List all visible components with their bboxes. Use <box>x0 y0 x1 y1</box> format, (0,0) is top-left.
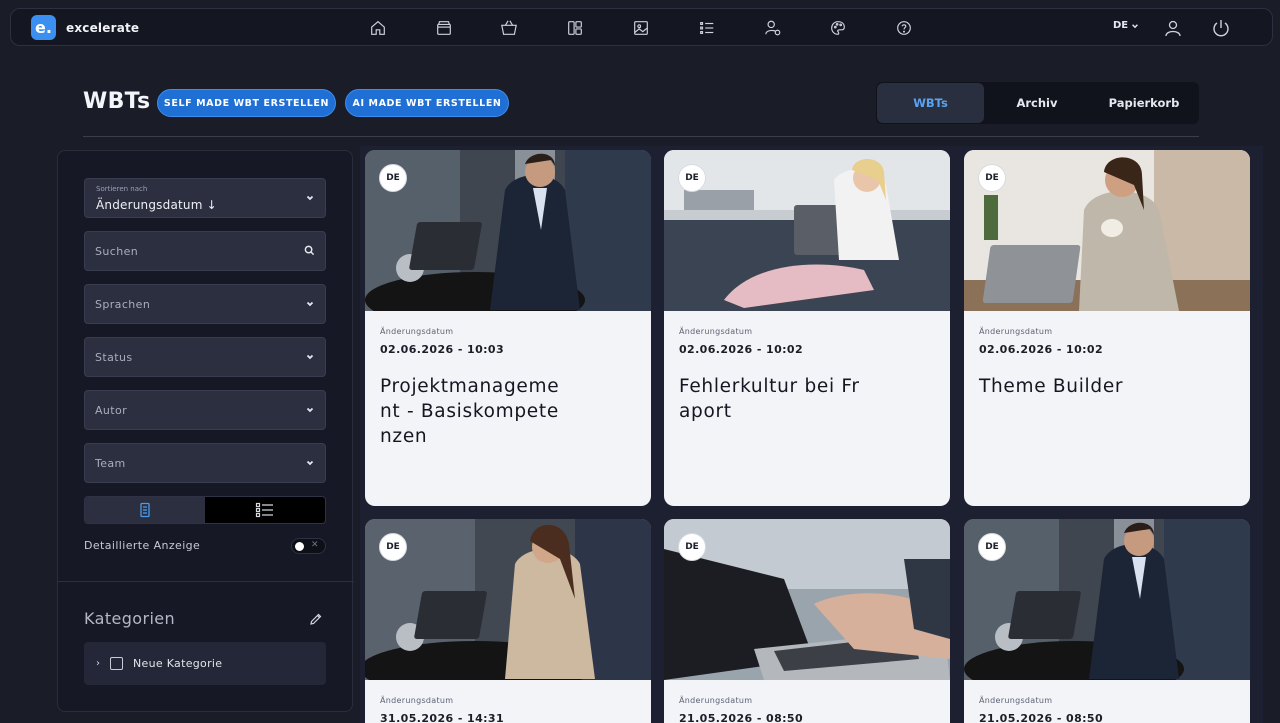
card-view-icon <box>140 502 150 518</box>
wbt-card[interactable]: DE Änderungsdatum 21.05.2026 - 08:50 <box>664 519 950 723</box>
language-badge: DE <box>678 164 706 192</box>
date-label: Änderungsdatum <box>380 696 454 705</box>
tab-papierkorb[interactable]: Papierkorb <box>1090 83 1198 123</box>
team-filter-label: Team <box>95 456 126 470</box>
search-placeholder: Suchen <box>95 244 139 258</box>
date-value: 02.06.2026 - 10:02 <box>679 343 804 356</box>
wbt-card[interactable]: DE Änderungsdatum 02.06.2026 - 10:02 The… <box>964 150 1250 506</box>
card-image: DE <box>664 150 950 311</box>
date-value: 21.05.2026 - 08:50 <box>979 712 1104 723</box>
wbt-grid: DE Änderungsdatum 02.06.2026 - 10:03 Pro… <box>360 146 1263 723</box>
list-view-icon <box>255 502 273 518</box>
sort-label: Sortieren nach <box>96 185 148 193</box>
grid-view-button[interactable] <box>85 497 205 523</box>
palette-icon[interactable] <box>806 17 872 39</box>
author-filter[interactable]: Autor <box>84 390 326 430</box>
brand[interactable]: e. excelerate <box>31 15 139 40</box>
self-made-wbt-button[interactable]: SELF MADE WBT ERSTELLEN <box>157 89 336 117</box>
date-value: 02.06.2026 - 10:02 <box>979 343 1104 356</box>
toggle-off-icon: ✕ <box>311 540 319 550</box>
card-title: Theme Builder <box>979 376 1124 397</box>
image-icon[interactable] <box>608 17 674 39</box>
wbt-card[interactable]: DE Änderungsdatum 21.05.2026 - 08:50 <box>964 519 1250 723</box>
category-item: › Neue Kategorie <box>84 642 326 685</box>
category-checkbox[interactable] <box>110 657 123 670</box>
top-navigation-bar: e. excelerate DE <box>10 8 1273 46</box>
chevron-down-icon <box>306 354 314 360</box>
language-badge: DE <box>978 533 1006 561</box>
status-filter[interactable]: Status <box>84 337 326 377</box>
sidebar-divider <box>58 581 354 582</box>
chevron-down-icon <box>306 301 314 307</box>
page-title: WBTs <box>83 89 151 114</box>
home-icon[interactable] <box>345 17 411 39</box>
category-label: Neue Kategorie <box>133 657 223 670</box>
card-image: DE <box>365 519 651 680</box>
date-value: 31.05.2026 - 14:31 <box>380 712 505 723</box>
language-selector[interactable]: DE <box>1113 20 1139 31</box>
card-title: Fehlerkultur bei Fraport <box>679 376 860 422</box>
date-value: 21.05.2026 - 08:50 <box>679 712 804 723</box>
card-image: DE <box>964 519 1250 680</box>
wbt-card[interactable]: DE Änderungsdatum 02.06.2026 - 10:03 Pro… <box>365 150 651 506</box>
categories-title: Kategorien <box>84 609 176 628</box>
chevron-right-icon[interactable]: › <box>96 658 100 669</box>
basket-icon[interactable] <box>477 17 543 39</box>
detail-view-label: Detaillierte Anzeige <box>84 539 201 552</box>
user-settings-icon[interactable] <box>740 17 806 39</box>
list-view-button[interactable] <box>205 497 325 523</box>
chevron-down-icon <box>306 407 314 413</box>
tab-wbts[interactable]: WBTs <box>877 83 984 123</box>
pencil-icon[interactable] <box>309 612 323 626</box>
detail-view-toggle[interactable]: ✕ <box>291 538 326 554</box>
date-value: 02.06.2026 - 10:03 <box>380 343 505 356</box>
language-badge: DE <box>379 533 407 561</box>
date-label: Änderungsdatum <box>679 696 753 705</box>
status-filter-label: Status <box>95 350 133 364</box>
card-image: DE <box>964 150 1250 311</box>
sort-value: Änderungsdatum ↓ <box>96 198 217 212</box>
sort-select[interactable]: Sortieren nach Änderungsdatum ↓ <box>84 178 326 218</box>
date-label: Änderungsdatum <box>979 696 1053 705</box>
date-label: Änderungsdatum <box>679 327 753 336</box>
app-name: excelerate <box>66 20 140 35</box>
card-title: Projektmanagement - Basiskompetenzen <box>380 376 560 447</box>
language-value: DE <box>1113 20 1129 31</box>
card-image: DE <box>365 150 651 311</box>
languages-filter-label: Sprachen <box>95 297 151 311</box>
ai-made-wbt-button[interactable]: AI MADE WBT ERSTELLEN <box>345 89 509 117</box>
header-divider <box>83 136 1199 137</box>
author-filter-label: Autor <box>95 403 128 417</box>
power-icon[interactable] <box>1211 18 1231 38</box>
wbt-card[interactable]: DE Änderungsdatum 31.05.2026 - 14:31 <box>365 519 651 723</box>
languages-filter[interactable]: Sprachen <box>84 284 326 324</box>
language-badge: DE <box>678 533 706 561</box>
search-input[interactable]: Suchen <box>84 231 326 271</box>
toggle-knob <box>295 542 304 551</box>
chevron-down-icon <box>306 460 314 466</box>
app-logo: e. <box>31 15 56 40</box>
help-circle-icon[interactable] <box>871 17 937 39</box>
main-nav <box>345 17 937 39</box>
date-label: Änderungsdatum <box>380 327 454 336</box>
archive-box-icon[interactable] <box>411 17 477 39</box>
date-label: Änderungsdatum <box>979 327 1053 336</box>
list-icon[interactable] <box>674 17 740 39</box>
language-badge: DE <box>978 164 1006 192</box>
layout-columns-icon[interactable] <box>542 17 608 39</box>
search-icon <box>304 245 315 256</box>
view-mode-toggle <box>84 496 326 524</box>
wbt-card[interactable]: DE Änderungsdatum 02.06.2026 - 10:02 Feh… <box>664 150 950 506</box>
view-tabs: WBTs Archiv Papierkorb <box>876 82 1199 124</box>
filter-sidebar: Sortieren nach Änderungsdatum ↓ Suchen S… <box>57 150 354 712</box>
language-badge: DE <box>379 164 407 192</box>
team-filter[interactable]: Team <box>84 443 326 483</box>
chevron-down-icon <box>306 195 314 201</box>
tab-archiv[interactable]: Archiv <box>984 83 1090 123</box>
card-image: DE <box>664 519 950 680</box>
user-icon[interactable] <box>1163 18 1183 38</box>
chevron-down-icon <box>1132 23 1139 28</box>
